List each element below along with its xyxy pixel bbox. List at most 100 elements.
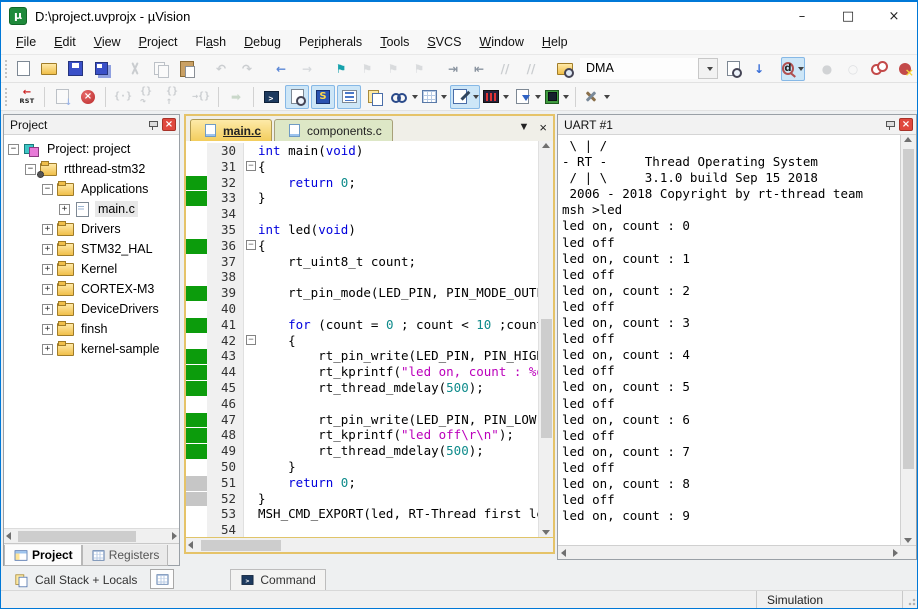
save-button[interactable] — [63, 57, 87, 81]
expand-icon[interactable]: + — [42, 264, 53, 275]
undo-button[interactable]: ↶ — [209, 57, 233, 81]
pin-icon[interactable] — [884, 119, 896, 131]
tab-command[interactable]: Command — [230, 569, 325, 590]
analysis-window-button[interactable] — [363, 85, 387, 109]
pin-icon[interactable] — [147, 119, 159, 131]
step-over-button[interactable]: {}↷ — [137, 85, 161, 109]
menu-tools[interactable]: Tools — [371, 32, 418, 52]
tree-item-kernel[interactable]: +Kernel — [4, 259, 179, 279]
paste-button[interactable] — [175, 57, 199, 81]
fold-marker[interactable]: − — [246, 240, 256, 250]
comment-selection-button[interactable]: // — [493, 57, 517, 81]
redo-button[interactable]: ↷ — [235, 57, 259, 81]
copy-button[interactable] — [149, 57, 173, 81]
next-bookmark-button[interactable]: ⚑ — [381, 57, 405, 81]
menu-flash[interactable]: Flash — [187, 32, 236, 52]
resize-grip-icon[interactable] — [903, 591, 917, 608]
menu-file[interactable]: File — [7, 32, 45, 52]
find-in-files-button[interactable] — [721, 57, 745, 81]
tree-item-rtthread-stm32[interactable]: −rtthread-stm32 — [4, 159, 179, 179]
menu-window[interactable]: Window — [470, 32, 532, 52]
expand-icon[interactable]: + — [42, 224, 53, 235]
scroll-down-icon[interactable] — [542, 530, 550, 535]
cut-button[interactable] — [123, 57, 147, 81]
uart-terminal[interactable]: \ | /- RT - Thread Operating System / | … — [558, 135, 901, 545]
show-next-statement-button[interactable] — [50, 85, 74, 109]
stop-debug-button[interactable] — [76, 85, 100, 109]
code-editor[interactable]: 30int main(void)31−{32 return 0;33}3435i… — [186, 141, 538, 537]
expand-icon[interactable]: + — [42, 244, 53, 255]
step-into-button[interactable]: {·} — [111, 85, 135, 109]
uncomment-selection-button[interactable]: // — [519, 57, 543, 81]
navigate-forward-button[interactable]: → — [295, 57, 319, 81]
indent-button[interactable]: ⇥ — [441, 57, 465, 81]
toolbox-button[interactable] — [581, 85, 611, 109]
run-button[interactable]: ➡ — [224, 85, 248, 109]
scroll-right-icon[interactable] — [893, 549, 898, 557]
scroll-right-icon[interactable] — [172, 532, 177, 540]
tab-registers[interactable]: Registers — [82, 545, 169, 566]
maximize-button[interactable]: □ — [825, 2, 871, 30]
document-list-icon[interactable]: ▼ — [519, 122, 530, 133]
menu-edit[interactable]: Edit — [45, 32, 85, 52]
tree-item-drivers[interactable]: +Drivers — [4, 219, 179, 239]
scroll-thumb[interactable] — [18, 531, 136, 542]
minimize-button[interactable]: – — [779, 2, 825, 30]
close-panel-button[interactable] — [162, 118, 176, 131]
collapse-icon[interactable]: − — [42, 184, 53, 195]
tree-item-stm32-hal[interactable]: +STM32_HAL — [4, 239, 179, 259]
expand-icon[interactable]: + — [59, 204, 70, 215]
find-text-button[interactable]: d — [781, 57, 805, 81]
logic-analyzer-button[interactable] — [482, 85, 510, 109]
tree-item-kernel-sample[interactable]: +kernel-sample — [4, 339, 179, 359]
kill-all-breakpoints-button[interactable] — [893, 57, 917, 81]
navigate-back-button[interactable]: ← — [269, 57, 293, 81]
insert-bookmark-button[interactable]: ⚑ — [329, 57, 353, 81]
tab-main-c[interactable]: main.c — [190, 119, 272, 141]
watch-window-button[interactable] — [389, 85, 419, 109]
clear-all-bookmarks-button[interactable]: ⚑ — [407, 57, 431, 81]
tree-item-applications[interactable]: −Applications — [4, 179, 179, 199]
menu-project[interactable]: Project — [130, 32, 187, 52]
menu-debug[interactable]: Debug — [235, 32, 290, 52]
scroll-left-icon[interactable] — [561, 549, 566, 557]
uart-hscrollbar[interactable] — [558, 545, 916, 559]
tab-call-stack-locals[interactable]: Call Stack + Locals — [3, 569, 146, 590]
tree-item-finsh[interactable]: +finsh — [4, 319, 179, 339]
memory-window-button[interactable] — [421, 85, 448, 109]
close-panel-button[interactable] — [899, 118, 913, 131]
disable-all-breakpoints-button[interactable] — [867, 57, 891, 81]
outdent-button[interactable]: ⇤ — [467, 57, 491, 81]
project-hscrollbar[interactable] — [4, 528, 179, 543]
close-button[interactable]: × — [871, 2, 917, 30]
uart-vscrollbar[interactable] — [901, 135, 916, 545]
open-file-button[interactable] — [37, 57, 61, 81]
search-combo-value[interactable]: DMA — [580, 58, 698, 79]
scroll-thumb[interactable] — [201, 540, 281, 551]
scroll-left-icon[interactable] — [188, 541, 193, 549]
expand-icon[interactable]: + — [42, 304, 53, 315]
expand-icon[interactable]: + — [42, 344, 53, 355]
find-in-files-dialog-button[interactable] — [553, 57, 577, 81]
serial-window-button[interactable] — [337, 85, 361, 109]
scroll-up-icon[interactable] — [904, 137, 912, 142]
scroll-up-icon[interactable] — [542, 143, 550, 148]
reset-cpu-button[interactable]: RST — [15, 85, 39, 109]
tree-item-project-project[interactable]: −Project: project — [4, 139, 179, 159]
new-file-button[interactable] — [11, 57, 35, 81]
close-document-icon[interactable]: × — [539, 121, 547, 134]
uart-windows-button[interactable] — [450, 85, 480, 109]
previous-bookmark-button[interactable]: ⚑ — [355, 57, 379, 81]
editor-hscrollbar[interactable] — [186, 537, 553, 552]
tree-item-main-c[interactable]: +main.c — [4, 199, 179, 219]
enable-disable-breakpoint-button[interactable]: ○ — [841, 57, 865, 81]
menu-svcs[interactable]: SVCS — [418, 32, 470, 52]
fold-marker[interactable]: − — [246, 335, 256, 345]
menu-peripherals[interactable]: Peripherals — [290, 32, 371, 52]
expand-icon[interactable]: + — [42, 324, 53, 335]
search-combo-dropdown[interactable] — [698, 58, 718, 79]
run-to-cursor-button[interactable]: →{} — [189, 85, 213, 109]
collapse-icon[interactable]: − — [25, 164, 36, 175]
expand-icon[interactable]: + — [42, 284, 53, 295]
scroll-down-icon[interactable] — [904, 538, 912, 543]
